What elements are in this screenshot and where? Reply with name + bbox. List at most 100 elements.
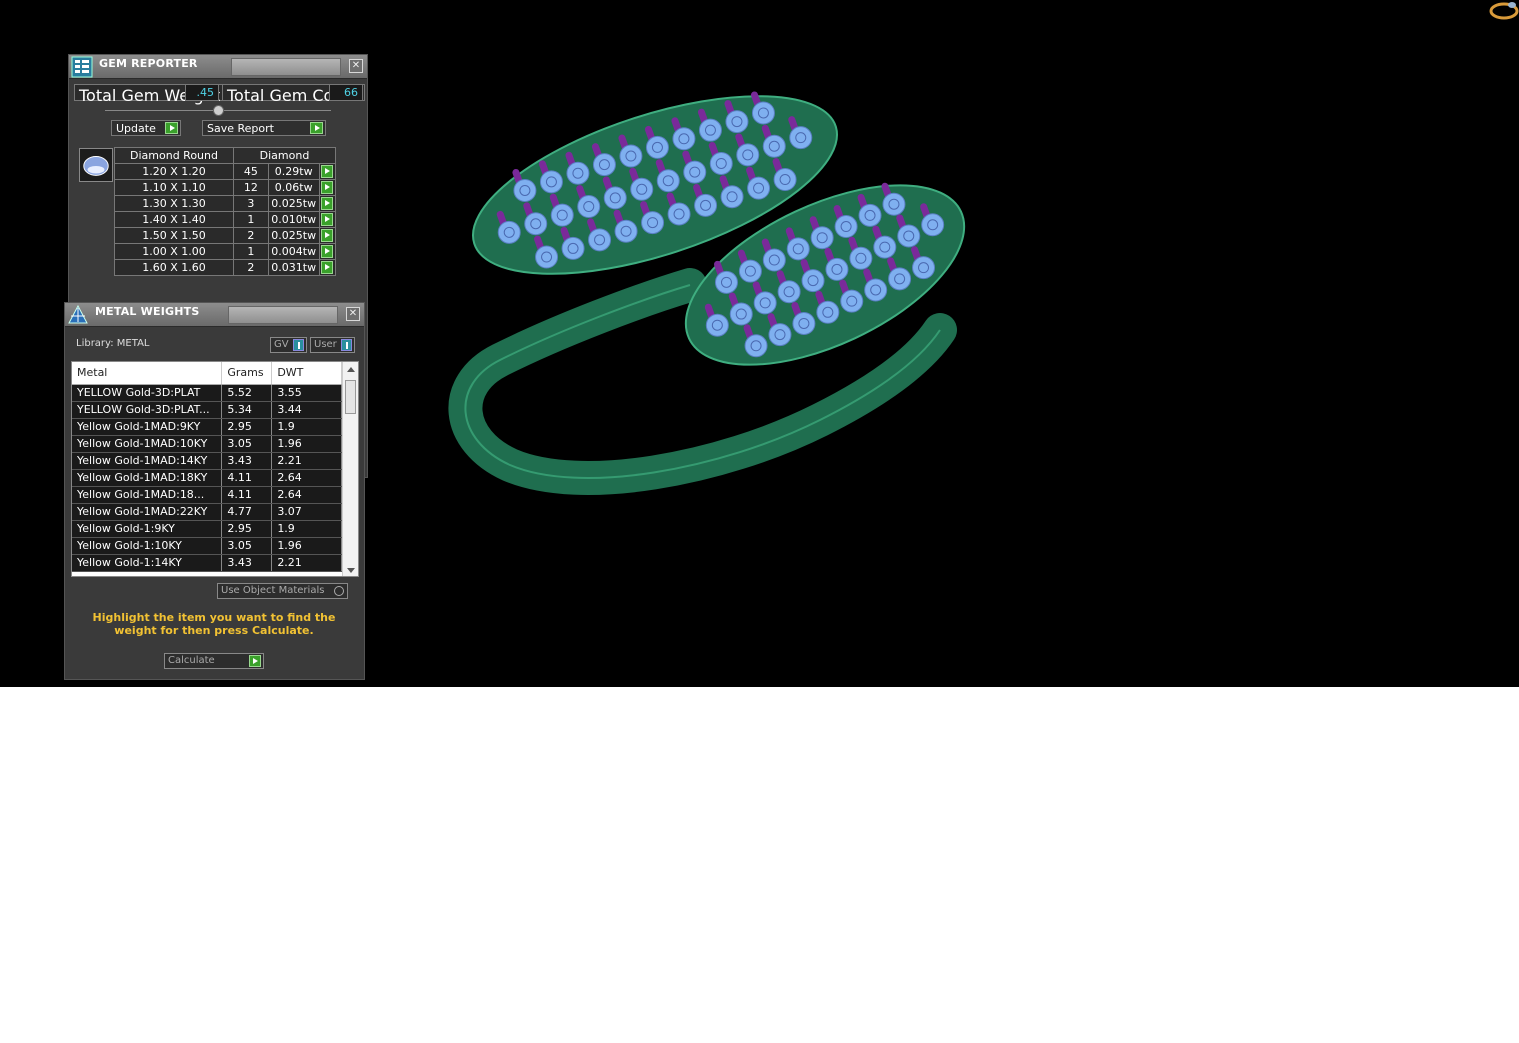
gem-row-go[interactable] [318, 195, 337, 212]
gem-stone [539, 170, 563, 194]
gem-stone [768, 323, 792, 347]
metal-row[interactable]: Yellow Gold-1MAD:18... 4.11 2.64 [72, 486, 342, 504]
calculate-button[interactable]: Calculate [164, 653, 264, 669]
use-object-materials-label: Use Object Materials [221, 585, 325, 596]
gem-reporter-titlebar[interactable]: GEM REPORTER ✕ [69, 55, 367, 79]
ring-thumbnail-icon[interactable] [1484, 0, 1519, 22]
gem-count: 2 [233, 227, 269, 244]
metal-dwt: 2.64 [271, 469, 342, 487]
metal-grams: 2.95 [221, 520, 273, 538]
play-arrow-icon [321, 229, 334, 243]
gem-stone [912, 256, 936, 280]
gem-row[interactable]: 1.50 X 1.50 2 0.025tw [114, 227, 337, 244]
gem-stone [683, 160, 707, 184]
metal-name: Yellow Gold-1MAD:22KY [72, 503, 223, 521]
metal-table: Metal Grams DWT YELLOW Gold-3D:PLAT 5.52 3… [72, 362, 342, 572]
play-arrow-icon [321, 261, 334, 275]
gem-row[interactable]: 1.00 X 1.00 1 0.004tw [114, 243, 337, 260]
metal-name: Yellow Gold-1MAD:18KY [72, 469, 223, 487]
metal-weights-panel: METAL WEIGHTS ✕ Library: METAL GV User M… [64, 302, 365, 680]
metal-dwt: 3.55 [271, 384, 342, 402]
metal-list[interactable]: Metal Grams DWT YELLOW Gold-3D:PLAT 5.52 3… [71, 361, 359, 577]
metal-grams: 3.05 [221, 435, 273, 453]
gem-stone [810, 226, 834, 250]
gem-stone [777, 280, 801, 304]
gem-row[interactable]: 1.20 X 1.20 45 0.29tw [114, 163, 337, 180]
gv-toggle[interactable]: GV [270, 337, 307, 353]
save-report-button-label: Save Report [207, 122, 274, 135]
column-header-metal[interactable]: Metal [72, 362, 223, 385]
gem-row-go[interactable] [318, 259, 337, 276]
play-arrow-icon [321, 181, 334, 195]
gem-row-go[interactable] [318, 211, 337, 228]
column-header-dwt[interactable]: DWT [271, 362, 342, 385]
gem-stone [762, 134, 786, 158]
gem-row[interactable]: 1.40 X 1.40 1 0.010tw [114, 211, 337, 228]
scroll-down-arrow-icon[interactable] [347, 568, 355, 573]
metal-row[interactable]: Yellow Gold-1:9KY 2.95 1.9 [72, 520, 342, 538]
play-arrow-icon [165, 122, 178, 134]
gem-row-go[interactable] [318, 243, 337, 260]
gem-stone [738, 259, 762, 283]
gem-stone [753, 291, 777, 315]
gem-row[interactable]: 1.30 X 1.30 3 0.025tw [114, 195, 337, 212]
metal-row[interactable]: Yellow Gold-1:14KY 3.43 2.21 [72, 554, 342, 572]
gem-stone [561, 236, 585, 260]
metal-dwt: 2.21 [271, 452, 342, 470]
user-toggle[interactable]: User [310, 337, 355, 353]
gem-stone [747, 176, 771, 200]
use-object-materials-option[interactable]: Use Object Materials [217, 583, 348, 599]
metal-row[interactable]: Yellow Gold-1MAD:14KY 3.43 2.21 [72, 452, 342, 470]
play-arrow-icon [321, 213, 334, 227]
slider-handle[interactable] [213, 105, 224, 116]
gem-stone [645, 135, 669, 159]
metal-name: Yellow Gold-1:10KY [72, 537, 223, 555]
scroll-thumb[interactable] [345, 380, 356, 414]
titlebar-tab [231, 58, 341, 76]
total-gem-count-value: 66 [329, 84, 363, 101]
update-button[interactable]: Update [111, 120, 181, 136]
gem-stone [694, 193, 718, 217]
metal-list-scrollbar[interactable] [342, 362, 358, 576]
gem-stone [864, 278, 888, 302]
gem-stone [882, 192, 906, 216]
gem-reporter-close-button[interactable]: ✕ [349, 59, 363, 73]
save-report-button[interactable]: Save Report [202, 120, 326, 136]
gem-stone [825, 257, 849, 281]
metal-dwt: 1.96 [271, 537, 342, 555]
metal-row[interactable]: Yellow Gold-1MAD:18KY 4.11 2.64 [72, 469, 342, 487]
metal-dwt: 1.9 [271, 520, 342, 538]
play-arrow-icon [310, 122, 323, 134]
gem-stone [897, 224, 921, 248]
gem-stone [656, 169, 680, 193]
gem-stone [614, 219, 638, 243]
gem-stone [744, 334, 768, 358]
metal-weights-title: METAL WEIGHTS [95, 305, 200, 318]
gem-stone [736, 143, 760, 167]
metal-row[interactable]: Yellow Gold-1MAD:9KY 2.95 1.9 [72, 418, 342, 436]
gem-count: 45 [233, 163, 269, 180]
gem-row[interactable]: 1.60 X 1.60 2 0.031tw [114, 259, 337, 276]
gem-row-go[interactable] [318, 227, 337, 244]
gem-row-go[interactable] [318, 179, 337, 196]
metal-row[interactable]: Yellow Gold-1MAD:10KY 3.05 1.96 [72, 435, 342, 453]
metal-row[interactable]: Yellow Gold-1MAD:22KY 4.77 3.07 [72, 503, 342, 521]
scroll-up-arrow-icon[interactable] [347, 367, 355, 372]
total-gem-weight-value: .45 [185, 84, 219, 101]
metal-row[interactable]: YELLOW Gold-3D:PLAT... 5.34 3.44 [72, 401, 342, 419]
metal-row[interactable]: YELLOW Gold-3D:PLAT 5.52 3.55 [72, 384, 342, 402]
gem-stone [773, 168, 797, 192]
metal-row[interactable]: Yellow Gold-1:10KY 3.05 1.96 [72, 537, 342, 555]
gem-row[interactable]: 1.10 X 1.10 12 0.06tw [114, 179, 337, 196]
metal-name: Yellow Gold-1MAD:9KY [72, 418, 223, 436]
gem-size: 1.10 X 1.10 [114, 179, 234, 196]
gem-stone [725, 110, 749, 134]
metal-weights-close-button[interactable]: ✕ [346, 307, 360, 321]
metal-weights-titlebar[interactable]: METAL WEIGHTS ✕ [65, 303, 364, 327]
radio-icon [334, 586, 344, 596]
gem-row-go[interactable] [318, 163, 337, 180]
column-header-grams[interactable]: Grams [221, 362, 273, 385]
gem-stone [849, 246, 873, 270]
gem-stone [714, 270, 738, 294]
gem-reporter-icon [71, 56, 93, 78]
